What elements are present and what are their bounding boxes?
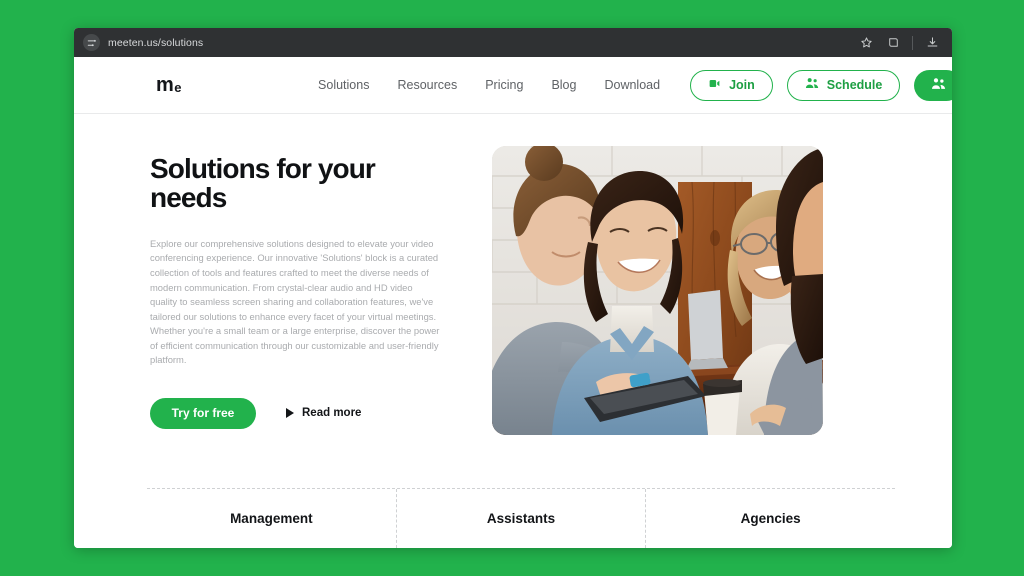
- category-tabs: Management Assistants Agencies: [147, 488, 895, 548]
- toolbar-divider: [912, 35, 913, 50]
- tab-agencies[interactable]: Agencies: [646, 489, 895, 548]
- browser-chrome-bar: meeten.us/solutions: [74, 28, 952, 57]
- nav-link-download[interactable]: Download: [604, 78, 660, 92]
- profile-group-button[interactable]: [914, 69, 952, 101]
- hero-description: Explore our comprehensive solutions desi…: [150, 237, 440, 366]
- people-group-icon: [931, 77, 946, 94]
- nav-link-resources[interactable]: Resources: [397, 78, 457, 92]
- hero-section: Solutions for your needs Explore our com…: [74, 114, 952, 548]
- four-people-meeting-photo: [492, 146, 823, 435]
- nav-actions: Join Schedule: [690, 69, 952, 101]
- url-text: meeten.us/solutions: [108, 36, 204, 49]
- brand-logo-main: m: [156, 73, 174, 96]
- page-title: Solutions for your needs: [150, 153, 376, 214]
- join-button-label: Join: [729, 78, 755, 92]
- tab-assistants[interactable]: Assistants: [397, 489, 647, 548]
- join-button[interactable]: Join: [690, 69, 773, 101]
- browser-window: meeten.us/solutions m e Solutions Resour…: [74, 28, 952, 548]
- nav-link-blog[interactable]: Blog: [551, 78, 576, 92]
- website-page: me Solutions Resources Pricing Blog Down…: [74, 57, 952, 548]
- brand-logo[interactable]: me: [156, 73, 182, 97]
- schedule-button-label: Schedule: [826, 78, 883, 92]
- nav-link-pricing[interactable]: Pricing: [485, 78, 523, 92]
- try-for-free-button[interactable]: Try for free: [150, 397, 256, 429]
- hero-image: [492, 146, 823, 435]
- browser-controls: [858, 35, 943, 51]
- address-bar[interactable]: meeten.us/solutions: [83, 34, 858, 51]
- brand-logo-sub: e: [174, 79, 182, 95]
- nav-link-solutions[interactable]: Solutions: [318, 78, 369, 92]
- read-more-button[interactable]: Read more: [286, 407, 361, 419]
- star-icon[interactable]: [858, 35, 874, 51]
- hero-cta-row: Try for free Read more: [150, 397, 450, 429]
- read-more-label: Read more: [302, 407, 362, 420]
- play-triangle-icon: [286, 408, 294, 419]
- schedule-button[interactable]: Schedule: [786, 69, 901, 101]
- sliders-icon: [83, 34, 100, 51]
- site-navigation: me Solutions Resources Pricing Blog Down…: [74, 57, 952, 114]
- nav-links: Solutions Resources Pricing Blog Downloa…: [318, 78, 660, 92]
- people-group-icon: [805, 77, 819, 93]
- video-camera-icon: [708, 77, 721, 93]
- window-copy-icon[interactable]: [885, 35, 901, 51]
- download-icon[interactable]: [924, 35, 940, 51]
- tab-management[interactable]: Management: [147, 489, 397, 548]
